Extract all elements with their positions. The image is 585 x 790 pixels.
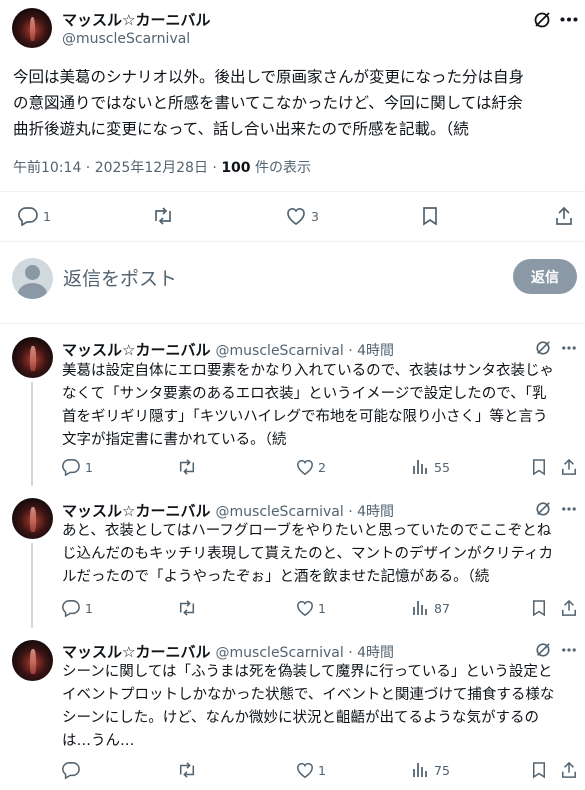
bookmark-icon[interactable] bbox=[422, 206, 438, 226]
views-icon[interactable] bbox=[412, 761, 428, 778]
reply-icon[interactable] bbox=[62, 761, 80, 779]
more-options-icon[interactable] bbox=[561, 346, 577, 350]
views-count: 87 bbox=[434, 601, 450, 616]
reply-count: 1 bbox=[43, 209, 51, 224]
grok-icon[interactable] bbox=[533, 11, 551, 29]
like-count: 1 bbox=[318, 601, 326, 616]
post-text: 今回は美葛のシナリオ以外。後出しで原画家さんが変更になった分は自身 の意図通りで… bbox=[13, 68, 525, 138]
like-icon[interactable] bbox=[296, 459, 314, 476]
reply-count: 1 bbox=[85, 460, 93, 475]
share-icon[interactable] bbox=[555, 206, 573, 226]
views-label: 件の表示 bbox=[250, 160, 311, 176]
share-icon[interactable] bbox=[561, 761, 577, 779]
more-options-icon[interactable] bbox=[560, 17, 578, 22]
grok-icon[interactable] bbox=[535, 340, 551, 356]
bookmark-icon[interactable] bbox=[532, 599, 546, 617]
views-icon[interactable] bbox=[412, 599, 428, 616]
reply-handle-time[interactable]: @muscleScarnival · 4時間 bbox=[216, 645, 394, 661]
like-count: 1 bbox=[318, 763, 326, 778]
views-count: 75 bbox=[434, 763, 450, 778]
post-timestamp-row: 午前10:14 · 2025年12月28日 · 100 件の表示 bbox=[13, 157, 311, 177]
share-icon[interactable] bbox=[561, 458, 577, 476]
grok-icon[interactable] bbox=[535, 642, 551, 658]
views-icon[interactable] bbox=[412, 458, 428, 475]
thread-line bbox=[31, 543, 33, 628]
author-handle[interactable]: @muscleScarnival bbox=[62, 31, 190, 47]
reply-text: あと、衣装としてはハーフグローブをやりたいと思っていたのでここぞとね じ込んだの… bbox=[62, 523, 554, 585]
reply-avatar[interactable] bbox=[12, 640, 53, 681]
retweet-icon[interactable] bbox=[177, 458, 197, 476]
bookmark-icon[interactable] bbox=[532, 458, 546, 476]
reply-icon[interactable] bbox=[62, 599, 80, 617]
reply-avatar[interactable] bbox=[12, 337, 53, 378]
reply-icon[interactable] bbox=[18, 206, 38, 226]
like-count: 2 bbox=[318, 460, 326, 475]
like-icon[interactable] bbox=[296, 762, 314, 779]
views-count: 100 bbox=[221, 160, 251, 176]
grok-icon[interactable] bbox=[535, 501, 551, 517]
reply-handle-time[interactable]: @muscleScarnival · 4時間 bbox=[216, 343, 394, 359]
author-display-name[interactable]: マッスル☆カーニバル bbox=[62, 9, 210, 30]
reply-display-name[interactable]: マッスル☆カーニバル bbox=[62, 643, 210, 661]
like-count: 3 bbox=[311, 209, 319, 224]
retweet-icon[interactable] bbox=[152, 206, 174, 226]
reply-display-name[interactable]: マッスル☆カーニバル bbox=[62, 502, 210, 520]
more-options-icon[interactable] bbox=[561, 507, 577, 511]
views-count: 55 bbox=[434, 460, 450, 475]
author-avatar[interactable] bbox=[12, 8, 52, 48]
reply-handle-time[interactable]: @muscleScarnival · 4時間 bbox=[216, 504, 394, 520]
thread-line bbox=[31, 382, 33, 486]
like-icon[interactable] bbox=[296, 600, 314, 617]
reply-icon[interactable] bbox=[62, 458, 80, 476]
composer-avatar bbox=[12, 258, 53, 299]
bookmark-icon[interactable] bbox=[532, 761, 546, 779]
post-timestamp[interactable]: 午前10:14 · 2025年12月28日 · bbox=[13, 160, 217, 176]
share-icon[interactable] bbox=[561, 599, 577, 617]
reply-submit-button[interactable]: 返信 bbox=[513, 259, 577, 294]
like-icon[interactable] bbox=[286, 207, 306, 226]
more-options-icon[interactable] bbox=[561, 648, 577, 652]
reply-header: マッスル☆カーニバル @muscleScarnival · 4時間 bbox=[62, 641, 394, 662]
retweet-icon[interactable] bbox=[177, 761, 197, 779]
reply-header: マッスル☆カーニバル @muscleScarnival · 4時間 bbox=[62, 339, 394, 360]
reply-avatar[interactable] bbox=[12, 498, 53, 539]
reply-header: マッスル☆カーニバル @muscleScarnival · 4時間 bbox=[62, 500, 394, 521]
reply-composer-input[interactable]: 返信をポスト bbox=[63, 264, 177, 291]
retweet-icon[interactable] bbox=[177, 599, 197, 617]
reply-text: 美葛は設定自体にエロ要素をかなり入れているので、衣装はサンタ衣装じゃ なくて「サ… bbox=[62, 363, 554, 448]
reply-display-name[interactable]: マッスル☆カーニバル bbox=[62, 341, 210, 359]
reply-text: シーンに関しては「ふうまは死を偽装して魔界に行っている」という設定と イベントプ… bbox=[62, 664, 555, 749]
reply-count: 1 bbox=[85, 601, 93, 616]
